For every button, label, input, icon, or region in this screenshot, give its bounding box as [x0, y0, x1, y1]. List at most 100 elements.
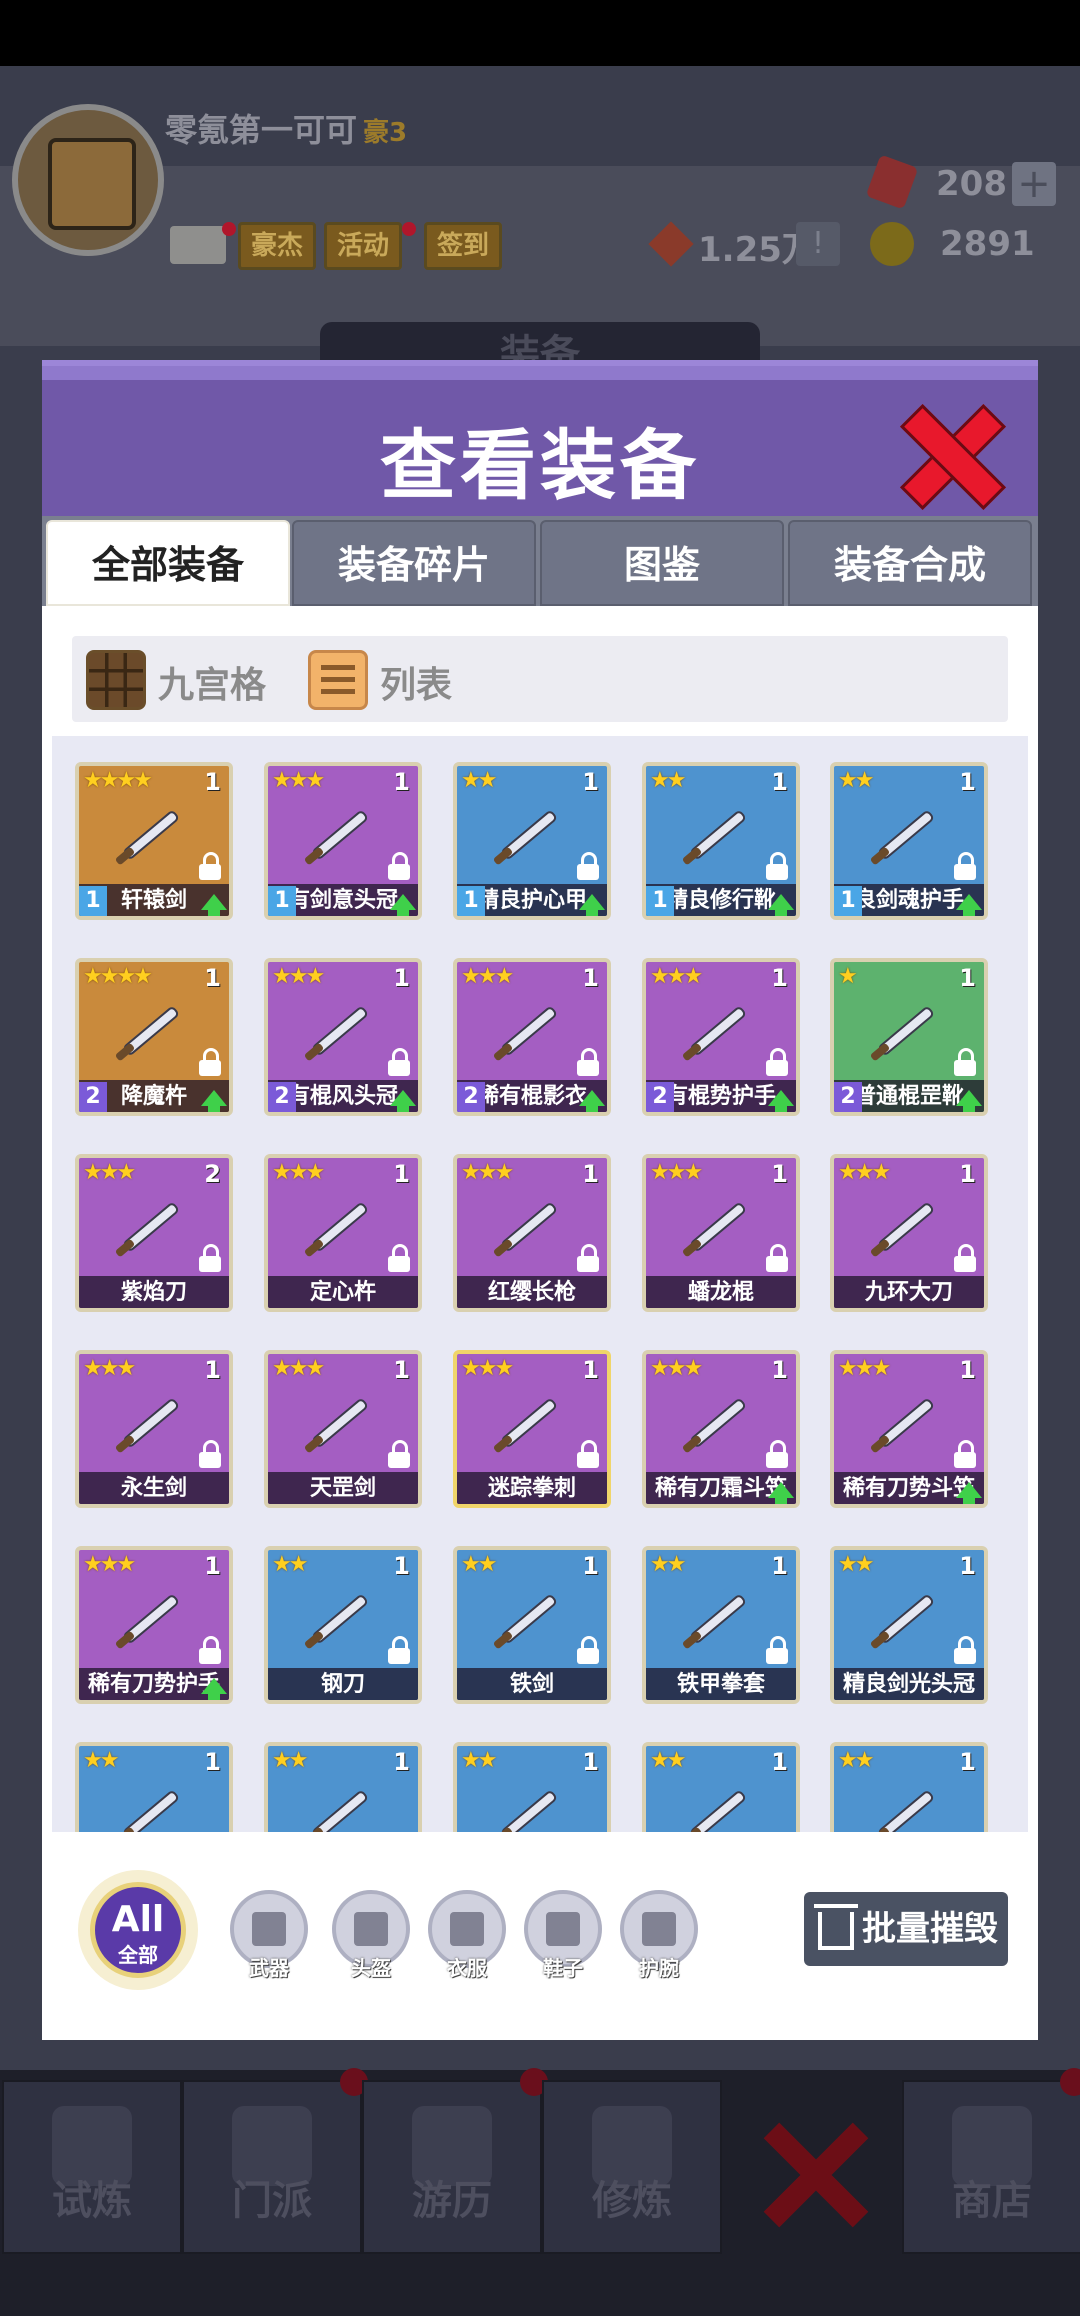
equipment-card[interactable]: ★★★ 1 迷踪拳刺: [453, 1350, 611, 1508]
equipment-card[interactable]: ★★★ 1 有棍势护手 2: [642, 958, 800, 1116]
lock-icon: [388, 1048, 410, 1078]
filter-helmet-button[interactable]: 头盔: [332, 1890, 410, 1980]
filter-bar: All 全部 武器 头盔 衣服 鞋子 护腕 批量摧毁: [42, 1850, 1038, 2040]
lock-icon: [388, 1440, 410, 1470]
item-name: 迷踪拳刺: [487, 1476, 576, 1501]
equipment-icon: [105, 1774, 197, 1832]
equipment-card[interactable]: ★★ 1: [453, 1742, 611, 1832]
lock-icon: [766, 1244, 788, 1274]
item-count: 1: [959, 1748, 976, 1776]
star-rating: ★★★: [461, 964, 514, 989]
equipment-card[interactable]: ★★★★ 1 轩辕剑 1: [75, 762, 233, 920]
star-rating: ★★★: [83, 1552, 136, 1577]
filter-bracer-button[interactable]: 护腕: [620, 1890, 698, 1980]
equipment-card[interactable]: ★★ 1 精良剑光头冠: [830, 1546, 988, 1704]
star-rating: ★: [838, 964, 858, 989]
item-level: 1: [79, 886, 107, 916]
tab-all-equipment[interactable]: 全部装备: [46, 520, 290, 606]
upgrade-arrow-icon: [579, 1090, 605, 1112]
equipment-card[interactable]: ★★★★ 1 降魔杵 2: [75, 958, 233, 1116]
equipment-card[interactable]: ★★★ 1 稀有刀势斗笠: [830, 1350, 988, 1508]
item-count: 1: [393, 1748, 410, 1776]
equipment-card[interactable]: ★★ 1 钢刀: [264, 1546, 422, 1704]
nav-travel: 游历: [362, 2068, 548, 2254]
upgrade-arrow-icon: [956, 894, 982, 916]
tab-collection[interactable]: 图鉴: [540, 520, 784, 606]
equipment-card[interactable]: ★★★ 1 红缨长枪: [453, 1154, 611, 1312]
batch-destroy-button[interactable]: 批量摧毁: [804, 1892, 1008, 1966]
equipment-card[interactable]: ★★ 1 精良护心甲 1: [453, 762, 611, 920]
equipment-card[interactable]: ★★★ 1 蟠龙棍: [642, 1154, 800, 1312]
item-count: 1: [771, 1356, 788, 1384]
chest-icon: [48, 138, 136, 230]
star-rating: ★★: [650, 768, 686, 793]
filter-all-sublabel: 全部: [118, 1943, 158, 1967]
equipment-card[interactable]: ★★★ 2 紫焰刀: [75, 1154, 233, 1312]
nav-shop: 商店: [902, 2068, 1080, 2254]
item-level: 1: [646, 886, 674, 916]
close-icon[interactable]: [904, 408, 994, 498]
star-rating: ★★★: [272, 1356, 325, 1381]
filter-shoes-button[interactable]: 鞋子: [524, 1890, 602, 1980]
equipment-card[interactable]: ★★★ 1 有剑意头冠 1: [264, 762, 422, 920]
item-count: 1: [393, 1160, 410, 1188]
equipment-card[interactable]: ★★★ 1 稀有刀霜斗笠: [642, 1350, 800, 1508]
tab-synthesis[interactable]: 装备合成: [788, 520, 1032, 606]
item-count: 2: [204, 1160, 221, 1188]
upgrade-arrow-icon: [201, 1090, 227, 1112]
gem-count: 208: [936, 164, 1007, 204]
equipment-modal: 查看装备 全部装备 装备碎片 图鉴 装备合成 九宫格 列表 ★★★★ 1 轩辕剑 1 ★…: [42, 360, 1038, 2040]
item-level: 1: [457, 886, 485, 916]
star-rating: ★★★: [83, 1356, 136, 1381]
equipment-card[interactable]: ★★ 1: [830, 1742, 988, 1832]
item-count: 1: [204, 964, 221, 992]
star-rating: ★★: [461, 1748, 497, 1773]
filter-all-button[interactable]: All 全部: [90, 1882, 186, 1978]
item-count: 1: [771, 964, 788, 992]
lock-icon: [577, 1636, 599, 1666]
filter-clothes-button[interactable]: 衣服: [428, 1890, 506, 1980]
equipment-card[interactable]: ★★★ 1 稀有刀势护手: [75, 1546, 233, 1704]
lock-icon: [766, 852, 788, 882]
equipment-icon: [105, 1186, 197, 1272]
equipment-card[interactable]: ★★★ 1 定心杵: [264, 1154, 422, 1312]
activity-button: 活动: [324, 222, 403, 270]
item-name: 铁剑: [509, 1672, 554, 1697]
item-level: 1: [268, 886, 296, 916]
equipment-icon: [672, 1186, 764, 1272]
equipment-card[interactable]: ★★★ 1 九环大刀: [830, 1154, 988, 1312]
item-name: 九环大刀: [864, 1280, 953, 1305]
star-rating: ★★: [272, 1748, 308, 1773]
filter-weapon-button[interactable]: 武器: [230, 1890, 308, 1980]
equipment-card[interactable]: ★★★ 1 天罡剑: [264, 1350, 422, 1508]
item-count: 1: [582, 1356, 599, 1384]
player-name: 零氪第一可可: [165, 111, 358, 149]
modal-header: 查看装备: [42, 360, 1038, 516]
tab-fragments[interactable]: 装备碎片: [292, 520, 536, 606]
equipment-card[interactable]: ★★ 1 铁剑: [453, 1546, 611, 1704]
equipment-card[interactable]: ★★★ 1 稀有棍影衣 2: [453, 958, 611, 1116]
equipment-card[interactable]: ★★ 1 良剑魂护手 1: [830, 762, 988, 920]
bracer-icon: [642, 1912, 676, 1946]
filter-all-label: All: [111, 1899, 165, 1940]
equipment-card[interactable]: ★★★ 1 永生剑: [75, 1350, 233, 1508]
equipment-card[interactable]: ★★ 1: [75, 1742, 233, 1832]
lock-icon: [199, 1440, 221, 1470]
equipment-grid: ★★★★ 1 轩辕剑 1 ★★★ 1 有剑意头冠 1 ★★ 1 精良护心甲 1 ★★ 1 精良修行靴 1 ★★ 1…: [52, 736, 1028, 1832]
nav-close-icon: [760, 2120, 870, 2230]
filter-label: 武器: [249, 1956, 289, 1980]
lock-icon: [388, 852, 410, 882]
equipment-card[interactable]: ★ 1 普通棍罡靴 2: [830, 958, 988, 1116]
equipment-card[interactable]: ★★ 1: [264, 1742, 422, 1832]
equipment-card[interactable]: ★★★ 1 有棍风头冠 2: [264, 958, 422, 1116]
info-button: !: [796, 222, 840, 266]
equipment-card[interactable]: ★★ 1 铁甲拳套: [642, 1546, 800, 1704]
equipment-card[interactable]: ★★ 1: [642, 1742, 800, 1832]
upgrade-arrow-icon: [201, 894, 227, 916]
equipment-card[interactable]: ★★ 1 精良修行靴 1: [642, 762, 800, 920]
item-count: 1: [771, 768, 788, 796]
checkin-button: 签到: [424, 222, 503, 270]
coin-icon: [870, 222, 914, 266]
equipment-icon: [860, 1382, 952, 1468]
list-icon: [308, 650, 368, 710]
